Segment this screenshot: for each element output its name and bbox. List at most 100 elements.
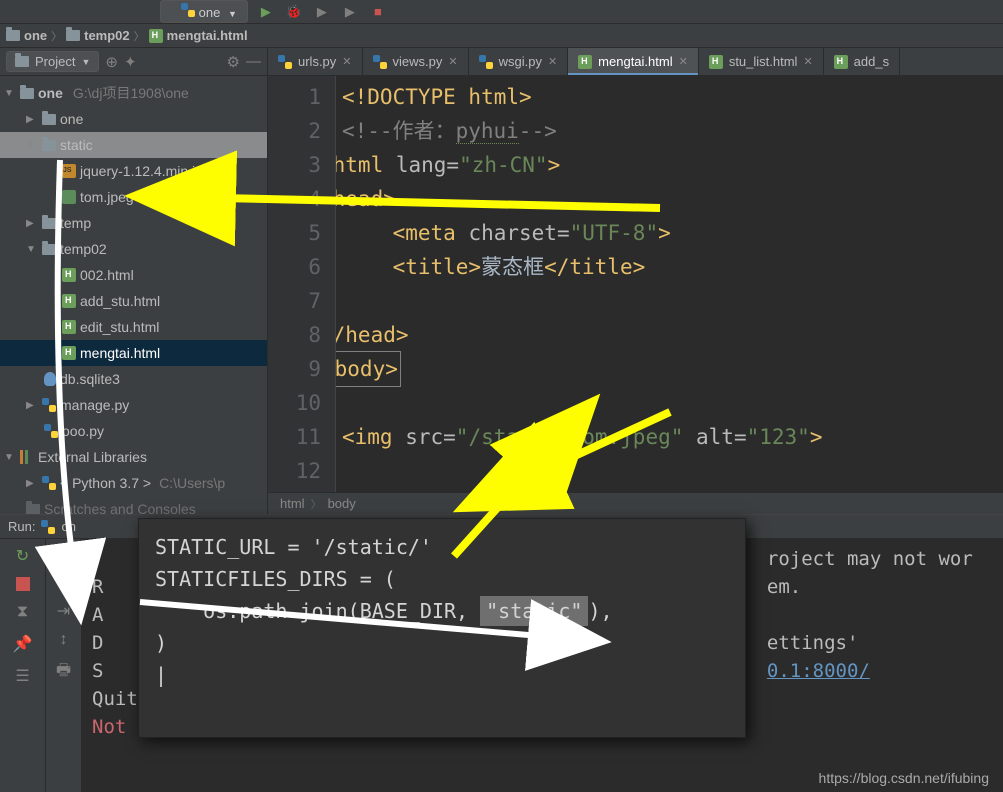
tab-wsgi[interactable]: wsgi.py✕: [469, 48, 569, 75]
folder-icon: [6, 30, 20, 41]
watermark: https://blog.csdn.net/ifubing: [819, 770, 989, 786]
tree-file-tom[interactable]: tom.jpeg: [0, 184, 267, 210]
folder-icon: [42, 114, 56, 125]
python-file-icon: [42, 398, 56, 412]
chevron-right-icon: 〉: [134, 28, 145, 44]
line-gutter: 123456789101112: [268, 76, 336, 492]
print-icon[interactable]: 🖶: [56, 659, 71, 686]
db-file-icon: [44, 372, 56, 386]
chevron-right-icon: 〉: [311, 496, 322, 512]
tree-folder[interactable]: ▶ temp: [0, 210, 267, 236]
pause-icon[interactable]: ⧗: [12, 601, 34, 623]
tab-views[interactable]: views.py✕: [363, 48, 469, 75]
tab-addstu[interactable]: add_s: [824, 48, 900, 75]
python-icon: [42, 476, 56, 490]
debug-button[interactable]: 🐞: [284, 2, 304, 22]
html-file-icon: [149, 29, 163, 43]
tree-folder-static[interactable]: ▼ static: [0, 132, 267, 158]
breadcrumb-item[interactable]: mengtai.html: [149, 28, 248, 43]
close-icon[interactable]: ☰: [12, 665, 34, 687]
folder-icon: [66, 30, 80, 41]
image-file-icon: [62, 190, 76, 204]
tab-stulist[interactable]: stu_list.html✕: [699, 48, 824, 75]
coverage-button[interactable]: ▶: [312, 2, 332, 22]
chevron-down-icon: ▼: [26, 140, 38, 151]
html-file-icon: [834, 55, 848, 69]
tree-scratch[interactable]: Scratches and Consoles: [0, 496, 267, 514]
project-view-button[interactable]: Project ▼: [6, 51, 99, 72]
breadcrumb-item[interactable]: one: [6, 28, 47, 43]
down-icon[interactable]: ↓: [60, 573, 68, 591]
tree-file[interactable]: edit_stu.html: [0, 314, 267, 340]
scroll-icon[interactable]: ↕: [60, 631, 68, 649]
stop-button[interactable]: [16, 577, 30, 591]
chevron-right-icon: ▶: [26, 400, 38, 411]
profile-button[interactable]: ▶: [340, 2, 360, 22]
chevron-right-icon: ▶: [26, 114, 38, 125]
chevron-right-icon: 〉: [51, 28, 62, 44]
rerun-button[interactable]: ↻: [12, 545, 34, 567]
settings-snippet: STATIC_URL = '/static/' STATICFILES_DIRS…: [138, 518, 746, 738]
run-target: on: [61, 519, 75, 534]
gear-icon[interactable]: ⚙: [227, 53, 240, 71]
tree-file[interactable]: ▶ manage.py: [0, 392, 267, 418]
tree-folder[interactable]: ▶ one: [0, 106, 267, 132]
tree-file[interactable]: db.sqlite3: [0, 366, 267, 392]
python-file-icon: [479, 55, 493, 69]
code-content[interactable]: <!DOCTYPE html><!--作者：pyhui--><html lang…: [336, 76, 1003, 492]
tree-python[interactable]: ▶ < Python 3.7 > C:\Users\p: [0, 470, 267, 496]
code-breadcrumb: html 〉 body: [268, 492, 1003, 514]
wrap-icon[interactable]: ⇥: [57, 601, 70, 621]
crumb-html[interactable]: html: [280, 496, 305, 511]
breadcrumb: one 〉 temp02 〉 mengtai.html: [0, 24, 1003, 48]
close-icon[interactable]: ✕: [448, 55, 457, 68]
crumb-body[interactable]: body: [328, 496, 356, 511]
run-config-dropdown[interactable]: one ▼: [160, 0, 248, 23]
expand-icon[interactable]: ✦: [124, 53, 137, 71]
tab-urls[interactable]: urls.py✕: [268, 48, 363, 75]
python-file-icon: [373, 55, 387, 69]
folder-icon: [20, 88, 34, 99]
folder-icon: [42, 140, 56, 151]
python-file-icon: [278, 55, 292, 69]
python-file-icon: [44, 424, 58, 438]
stop-button[interactable]: ■: [368, 2, 388, 22]
tree-folder[interactable]: ▼ temp02: [0, 236, 267, 262]
tab-mengtai[interactable]: mengtai.html✕: [568, 48, 699, 75]
breadcrumb-item[interactable]: temp02: [66, 28, 130, 43]
chevron-down-icon: ▼: [4, 452, 16, 463]
close-icon[interactable]: ✕: [679, 55, 688, 68]
locate-icon[interactable]: ⊕: [105, 53, 118, 71]
chevron-down-icon: ▼: [26, 244, 38, 255]
pin-icon[interactable]: 📌: [12, 633, 34, 655]
close-icon[interactable]: ✕: [342, 55, 351, 68]
close-icon[interactable]: ✕: [803, 55, 812, 68]
chevron-right-icon: ▶: [26, 218, 38, 229]
tree-file[interactable]: add_stu.html: [0, 288, 267, 314]
html-file-icon: [62, 320, 76, 334]
html-file-icon: [709, 55, 723, 69]
run-config-label: one: [199, 5, 221, 20]
tree-file[interactable]: jquery-1.12.4.min.js: [0, 158, 267, 184]
js-file-icon: [62, 164, 76, 178]
folder-icon: [15, 56, 29, 67]
html-file-icon: [62, 268, 76, 282]
tree-file[interactable]: 002.html: [0, 262, 267, 288]
tree-file-mengtai[interactable]: mengtai.html: [0, 340, 267, 366]
chevron-right-icon: ▶: [26, 478, 38, 489]
run-button[interactable]: ▶: [256, 2, 276, 22]
run-panel-label: Run:: [8, 519, 35, 534]
library-icon: [20, 450, 34, 464]
close-icon[interactable]: ✕: [548, 55, 557, 68]
folder-icon: [42, 244, 56, 255]
tree-file[interactable]: ooo.py: [0, 418, 267, 444]
up-icon[interactable]: ↑: [60, 545, 68, 563]
tree-ext-lib[interactable]: ▼ External Libraries: [0, 444, 267, 470]
chevron-down-icon: ▼: [228, 9, 237, 19]
chevron-down-icon: ▼: [81, 57, 90, 67]
folder-icon: [42, 218, 56, 229]
tree-root[interactable]: ▼ one G:\dj项目1908\one: [0, 80, 267, 106]
html-file-icon: [62, 346, 76, 360]
collapse-icon[interactable]: —: [246, 53, 261, 70]
code-editor[interactable]: 123456789101112 <!DOCTYPE html><!--作者：py…: [268, 76, 1003, 492]
